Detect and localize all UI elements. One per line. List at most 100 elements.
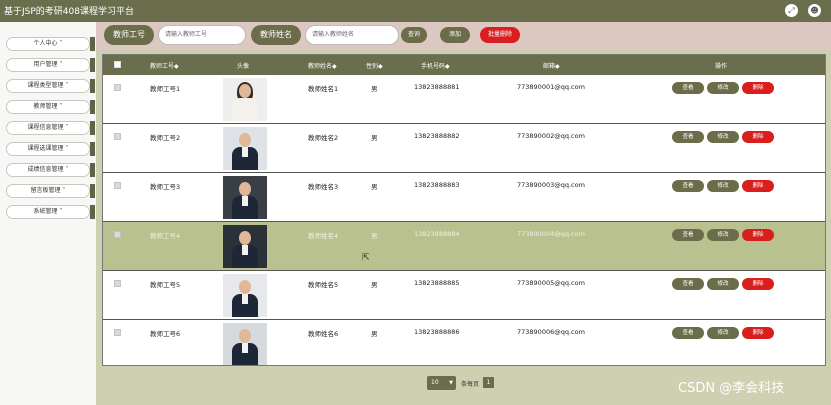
delete-button[interactable]: 删除 <box>742 180 774 192</box>
sidebar-item-grades[interactable]: 成绩信息管理 ˅ <box>6 163 95 177</box>
menu-marker <box>90 79 95 93</box>
user-icon[interactable]: ☻ <box>808 4 821 17</box>
page-number-current[interactable]: 1 <box>483 377 494 388</box>
phone-cell: 13823888884 <box>414 230 460 238</box>
delete-button[interactable]: 删除 <box>742 229 774 241</box>
delete-button[interactable]: 删除 <box>742 131 774 143</box>
sidebar-item-course-info[interactable]: 课程信息管理 ˅ <box>6 121 95 135</box>
gender-cell: 男 <box>371 330 378 338</box>
gender-cell: 男 <box>371 281 378 289</box>
mouse-cursor-icon: ⇱ <box>362 253 370 263</box>
menu-marker <box>90 58 95 72</box>
row-checkbox[interactable] <box>114 231 121 238</box>
phone-cell: 13823888886 <box>414 328 460 336</box>
sidebar-item-system[interactable]: 系统管理 ˅ <box>6 205 95 219</box>
menu-marker <box>90 205 95 219</box>
teacher-id-cell: 教师工号2 <box>150 134 181 142</box>
gender-cell: 男 <box>371 85 378 93</box>
col-teacher-name[interactable]: 教师姓名◆ <box>308 61 337 70</box>
menu-marker <box>90 37 95 51</box>
teacher-table: 教师工号◆ 头像 教师姓名◆ 性别◆ 手机号码◆ 邮箱◆ 操作 教师工号1 教师… <box>102 54 826 366</box>
delete-button[interactable]: 删除 <box>742 82 774 94</box>
edit-button[interactable]: 修改 <box>707 327 739 339</box>
avatar <box>223 225 267 268</box>
select-all-checkbox[interactable] <box>114 61 121 68</box>
expand-icon[interactable]: ⤢ <box>785 4 798 17</box>
sidebar-item-course-selection[interactable]: 课程选课管理 ˅ <box>6 142 95 156</box>
menu-marker <box>90 184 95 198</box>
col-teacher-id[interactable]: 教师工号◆ <box>150 61 179 70</box>
phone-cell: 13823888883 <box>414 181 460 189</box>
view-button[interactable]: 查看 <box>672 229 704 241</box>
top-bar: 基于JSP的考研408课程学习平台 ⤢ ☻ <box>0 0 831 22</box>
teacher-name-label: 教师姓名 <box>251 25 301 45</box>
row-checkbox[interactable] <box>114 280 121 287</box>
avatar <box>223 78 267 121</box>
watermark: CSDN @李会科技 <box>678 381 785 396</box>
teacher-name-cell: 教师姓名1 <box>308 85 339 93</box>
table-row: 教师工号1 教师姓名1 男 13823888881 773890001@qq.c… <box>103 75 825 124</box>
view-button[interactable]: 查看 <box>672 278 704 290</box>
sidebar-item-teachers[interactable]: 教师管理 ˅ <box>6 100 95 114</box>
app-title: 基于JSP的考研408课程学习平台 <box>4 7 134 17</box>
view-button[interactable]: 查看 <box>672 82 704 94</box>
sidebar-item-label: 课程信息管理 ˅ <box>27 124 69 131</box>
row-checkbox[interactable] <box>114 84 121 91</box>
teacher-id-cell: 教师工号5 <box>150 281 181 289</box>
row-checkbox[interactable] <box>114 133 121 140</box>
col-gender[interactable]: 性别◆ <box>366 61 383 70</box>
phone-cell: 13823888881 <box>414 83 460 91</box>
delete-button[interactable]: 删除 <box>742 327 774 339</box>
sidebar-item-message-board[interactable]: 留言板管理 ˅ <box>6 184 95 198</box>
table-row: 教师工号4 教师姓名4 男 13823888884 773890004@qq.c… <box>103 222 825 271</box>
delete-button[interactable]: 删除 <box>742 278 774 290</box>
sidebar-item-label: 留言板管理 ˅ <box>30 187 66 194</box>
sidebar-item-label: 教师管理 ˅ <box>33 103 63 110</box>
teacher-id-input[interactable]: 请输入教师工号 <box>158 25 246 45</box>
view-button[interactable]: 查看 <box>672 180 704 192</box>
view-button[interactable]: 查看 <box>672 131 704 143</box>
edit-button[interactable]: 修改 <box>707 82 739 94</box>
menu-marker <box>90 142 95 156</box>
table-row: 教师工号2 教师姓名2 男 13823888882 773890002@qq.c… <box>103 124 825 173</box>
table-row: 教师工号3 教师姓名3 男 13823888883 773890003@qq.c… <box>103 173 825 222</box>
col-email[interactable]: 邮箱◆ <box>543 61 560 70</box>
sidebar-item-label: 个人中心 ˅ <box>33 40 63 47</box>
edit-button[interactable]: 修改 <box>707 229 739 241</box>
sidebar-item-label: 课程选课管理 ˅ <box>27 145 69 152</box>
sidebar-item-label: 用户管理 ˅ <box>33 61 63 68</box>
page-size-select[interactable]: 10 ▼ <box>427 376 456 390</box>
sidebar: 个人中心 ˅ 用户管理 ˅ 课程类型管理 ˅ 教师管理 ˅ 课程信息管理 ˅ 课… <box>0 22 96 405</box>
view-button[interactable]: 查看 <box>672 327 704 339</box>
teacher-id-cell: 教师工号3 <box>150 183 181 191</box>
page-size-value: 10 <box>431 379 439 386</box>
sidebar-item-course-types[interactable]: 课程类型管理 ˅ <box>6 79 95 93</box>
edit-button[interactable]: 修改 <box>707 131 739 143</box>
table-row: 教师工号6 教师姓名6 男 13823888886 773890006@qq.c… <box>103 320 825 365</box>
avatar <box>223 176 267 219</box>
sidebar-item-label: 系统管理 ˅ <box>33 208 63 215</box>
sidebar-item-label: 课程类型管理 ˅ <box>27 82 69 89</box>
edit-button[interactable]: 修改 <box>707 180 739 192</box>
sidebar-item-personal-center[interactable]: 个人中心 ˅ <box>6 37 95 51</box>
col-phone[interactable]: 手机号码◆ <box>421 61 450 70</box>
row-checkbox[interactable] <box>114 329 121 336</box>
query-button[interactable]: 查询 <box>401 27 427 43</box>
row-checkbox[interactable] <box>114 182 121 189</box>
email-cell: 773890004@qq.com <box>517 230 585 238</box>
edit-button[interactable]: 修改 <box>707 278 739 290</box>
per-page-label: 条每页 <box>461 381 480 388</box>
phone-cell: 13823888885 <box>414 279 460 287</box>
teacher-name-input[interactable]: 请输入教师姓名 <box>305 25 399 45</box>
email-cell: 773890001@qq.com <box>517 83 585 91</box>
batch-delete-button[interactable]: 批量删除 <box>480 27 520 43</box>
col-actions: 操作 <box>715 63 728 70</box>
teacher-name-cell: 教师姓名2 <box>308 134 339 142</box>
email-cell: 773890003@qq.com <box>517 181 585 189</box>
add-button[interactable]: 添加 <box>440 27 470 43</box>
search-bar: 教师工号 请输入教师工号 教师姓名 请输入教师姓名 查询 添加 批量删除 <box>96 22 831 50</box>
menu-marker <box>90 163 95 177</box>
sidebar-item-users[interactable]: 用户管理 ˅ <box>6 58 95 72</box>
menu-marker <box>90 121 95 135</box>
col-avatar: 头像 <box>237 63 250 70</box>
